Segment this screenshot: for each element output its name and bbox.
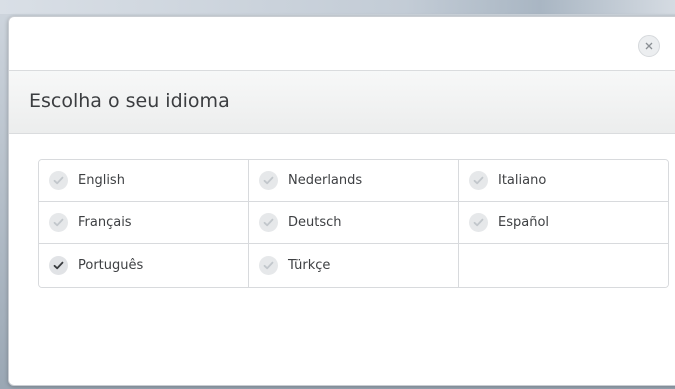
language-label: Italiano — [498, 173, 547, 188]
empty-grid-cell — [459, 244, 668, 287]
check-icon — [259, 256, 278, 275]
language-label: Türkçe — [288, 258, 331, 273]
language-option-espanol[interactable]: Español — [459, 202, 668, 244]
check-icon — [469, 171, 488, 190]
language-label: Nederlands — [288, 173, 363, 188]
language-grid: English Nederlands Italiano Français Deu… — [38, 159, 669, 288]
language-option-english[interactable]: English — [39, 160, 249, 202]
language-label: Español — [498, 215, 550, 230]
page-backdrop — [0, 0, 675, 14]
dialog-title: Escolha o seu idioma — [29, 90, 230, 112]
check-icon — [259, 171, 278, 190]
language-label: English — [78, 173, 125, 188]
check-icon — [49, 171, 68, 190]
language-option-portugues[interactable]: Português — [39, 244, 249, 287]
check-icon — [49, 213, 68, 232]
language-dialog: Escolha o seu idioma English Nederlands … — [8, 16, 675, 386]
language-option-francais[interactable]: Français — [39, 202, 249, 244]
check-icon — [259, 213, 278, 232]
close-icon — [645, 42, 653, 50]
language-label: Français — [78, 215, 132, 230]
language-label: Português — [78, 258, 144, 273]
close-button[interactable] — [638, 35, 660, 57]
language-label: Deutsch — [288, 215, 342, 230]
language-option-nederlands[interactable]: Nederlands — [249, 160, 459, 202]
check-icon — [49, 256, 68, 275]
language-option-italiano[interactable]: Italiano — [459, 160, 668, 202]
language-option-turkce[interactable]: Türkçe — [249, 244, 459, 287]
dialog-header: Escolha o seu idioma — [9, 70, 675, 134]
language-option-deutsch[interactable]: Deutsch — [249, 202, 459, 244]
check-icon — [469, 213, 488, 232]
dialog-topbar — [9, 17, 675, 70]
